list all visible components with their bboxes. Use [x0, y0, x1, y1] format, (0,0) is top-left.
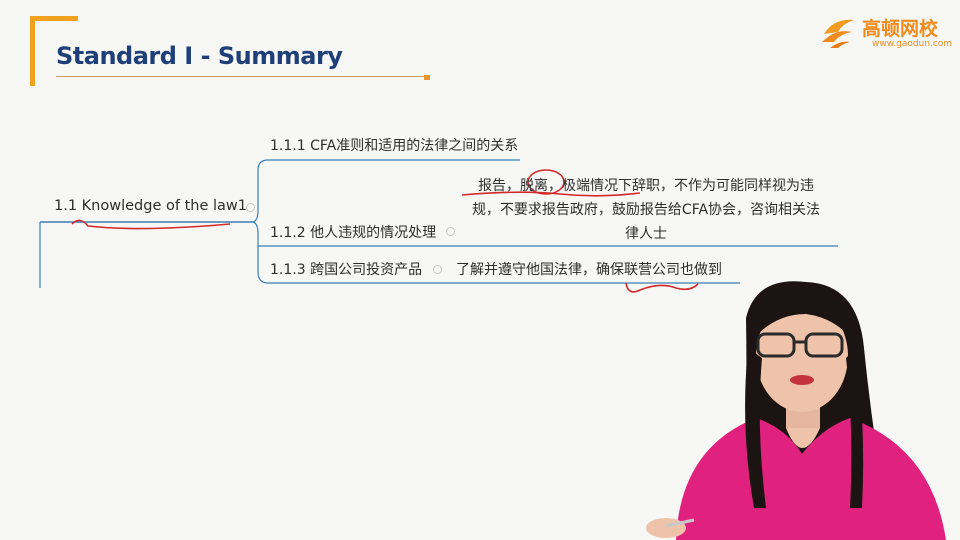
branch-1-1-3-detail: 了解并遵守他国法律，确保联营公司也做到 — [456, 262, 722, 278]
detail-line: 律人士 — [625, 226, 667, 242]
detail-line: 报告，脱离，极端情况下辞职，不作为可能同样视为违 — [478, 178, 814, 194]
expand-toggle-icon[interactable] — [246, 203, 255, 212]
expand-toggle-icon[interactable] — [446, 227, 455, 236]
branch-1-1-1: 1.1.1 CFA准则和适用的法律之间的关系 — [270, 138, 519, 154]
branch-1-1-2: 1.1.2 他人违规的情况处理 — [270, 225, 437, 241]
branch-1-1-3: 1.1.3 跨国公司投资产品 — [270, 262, 423, 278]
mind-map-root: 1.1 Knowledge of the law1 — [54, 198, 247, 214]
expand-toggle-icon[interactable] — [433, 265, 442, 274]
presenter-video — [646, 281, 946, 540]
detail-line: 规，不要求报告政府，鼓励报告给CFA协会，咨询相关法 — [471, 202, 821, 218]
branch-1-1-2-detail: 报告，脱离，极端情况下辞职，不作为可能同样视为违 规，不要求报告政府，鼓励报告给… — [456, 174, 836, 246]
